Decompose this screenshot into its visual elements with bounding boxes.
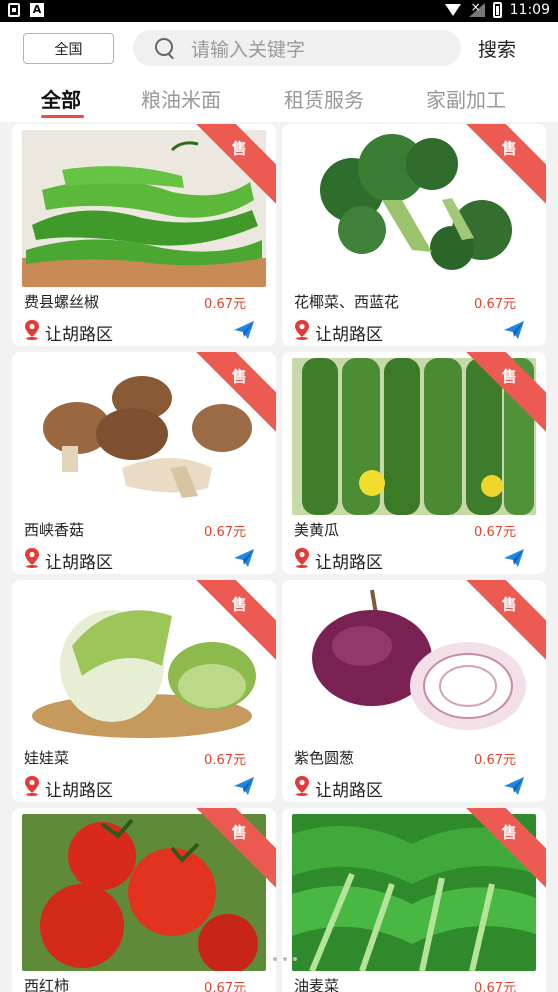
location-pin-icon (295, 776, 309, 796)
region-button[interactable]: 全国 (23, 33, 114, 64)
search-placeholder: 请输入关键字 (191, 38, 306, 61)
product-name: 娃娃菜 (24, 749, 70, 767)
product-card[interactable]: 售 西峡香菇 0.67元 让胡路区 (12, 352, 276, 574)
product-price: 0.67元 (204, 753, 246, 768)
send-icon[interactable] (504, 549, 524, 567)
product-grid: 售 费县螺丝椒 0.67元 让胡路区 售 花椰菜、西蓝花 0.67元 让胡路区 (0, 122, 558, 992)
product-location: 让胡路区 (315, 325, 383, 345)
product-price: 0.67元 (474, 525, 516, 540)
category-tabs: 全部 粮油米面 租赁服务 家副加工 (0, 80, 558, 118)
search-input[interactable]: 请输入关键字 (133, 30, 461, 66)
send-icon[interactable] (504, 777, 524, 795)
tab-grain-oil[interactable]: 粮油米面 (141, 84, 221, 113)
lock-icon (8, 3, 20, 17)
tab-all[interactable]: 全部 (41, 84, 81, 113)
product-location: 让胡路区 (315, 781, 383, 801)
product-price: 0.67元 (474, 753, 516, 768)
send-icon[interactable] (234, 777, 254, 795)
location-pin-icon (25, 776, 39, 796)
send-icon[interactable] (234, 321, 254, 339)
product-price: 0.67元 (474, 981, 516, 992)
product-name: 费县螺丝椒 (24, 293, 100, 311)
send-icon[interactable] (234, 549, 254, 567)
location-pin-icon (295, 320, 309, 340)
send-icon[interactable] (504, 321, 524, 339)
product-price: 0.67元 (204, 525, 246, 540)
product-location: 让胡路区 (45, 325, 113, 345)
product-card[interactable]: 售 娃娃菜 0.67元 让胡路区 (12, 580, 276, 802)
product-price: 0.67元 (204, 297, 246, 312)
product-name: 油麦菜 (294, 977, 340, 992)
product-name: 西峡香菇 (24, 521, 85, 539)
product-price: 0.67元 (474, 297, 516, 312)
product-name: 花椰菜、西蓝花 (294, 293, 400, 311)
product-card[interactable]: 售 花椰菜、西蓝花 0.67元 让胡路区 (282, 124, 546, 346)
product-name: 西红柿 (24, 977, 70, 992)
location-pin-icon (25, 320, 39, 340)
wifi-icon (444, 4, 461, 16)
product-price: 0.67元 (204, 981, 246, 992)
active-tab-indicator (41, 115, 84, 118)
product-location: 让胡路区 (315, 553, 383, 573)
tab-rental[interactable]: 租赁服务 (284, 84, 364, 113)
product-name: 紫色圆葱 (294, 749, 355, 767)
product-location: 让胡路区 (45, 553, 113, 573)
a-icon: A (30, 3, 44, 17)
product-location: 让胡路区 (45, 781, 113, 801)
product-card[interactable]: 售 油麦菜 0.67元 (282, 808, 546, 992)
search-icon (155, 38, 175, 58)
product-card[interactable]: 售 紫色圆葱 0.67元 让胡路区 (282, 580, 546, 802)
scroll-indicator (273, 957, 297, 961)
status-time: 11:09 (509, 2, 550, 18)
battery-icon (492, 2, 502, 18)
product-name: 美黄瓜 (294, 521, 340, 539)
no-signal-icon (468, 0, 485, 17)
location-pin-icon (295, 548, 309, 568)
status-bar: A 11:09 (0, 0, 558, 22)
product-card[interactable]: 售 美黄瓜 0.67元 让胡路区 (282, 352, 546, 574)
header: 全国 请输入关键字 搜索 全部 粮油米面 租赁服务 家副加工 (0, 22, 558, 122)
product-card[interactable]: 售 西红柿 0.67元 (12, 808, 276, 992)
location-pin-icon (25, 548, 39, 568)
product-card[interactable]: 售 费县螺丝椒 0.67元 让胡路区 (12, 124, 276, 346)
search-button[interactable]: 搜索 (478, 35, 516, 62)
tab-processing[interactable]: 家副加工 (426, 84, 506, 113)
